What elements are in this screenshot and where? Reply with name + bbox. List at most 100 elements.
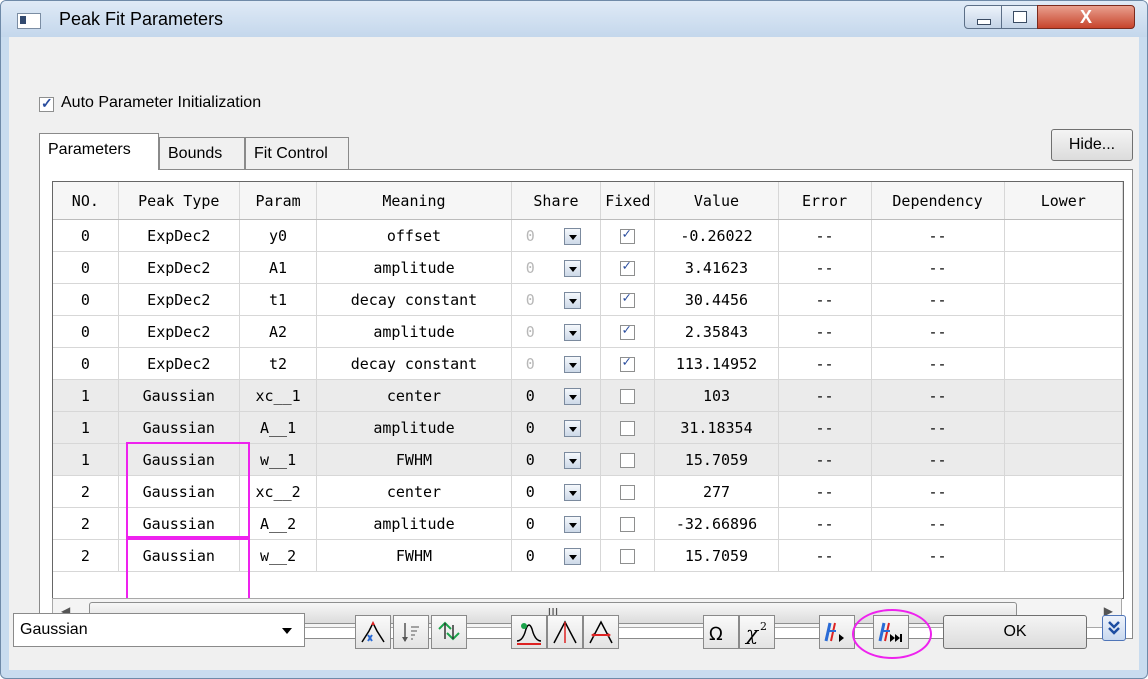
table-row[interactable]: 1 Gaussian A__1 amplitude 0 31.18354 -- -- <box>53 411 1123 444</box>
cell-error[interactable]: -- <box>778 539 872 572</box>
cell-param[interactable]: A__2 <box>239 507 318 540</box>
cell-share[interactable]: 0 <box>511 283 602 316</box>
cell-lower[interactable] <box>1004 475 1123 508</box>
cell-fixed[interactable] <box>600 379 656 412</box>
cell-no[interactable]: 1 <box>53 411 119 444</box>
cell-no[interactable]: 2 <box>53 539 119 572</box>
cell-peak-type[interactable]: ExpDec2 <box>118 283 240 316</box>
cell-no[interactable]: 1 <box>53 379 119 412</box>
cell-peak-type[interactable]: ExpDec2 <box>118 347 240 380</box>
peak-function-select[interactable]: Gaussian <box>13 613 305 647</box>
col-value[interactable]: Value <box>654 182 779 220</box>
cell-dependency[interactable]: -- <box>871 379 1005 412</box>
auto-init-checkbox[interactable] <box>39 95 54 112</box>
move-peak-button[interactable] <box>431 615 467 649</box>
cell-lower[interactable] <box>1004 539 1123 572</box>
col-fixed[interactable]: Fixed <box>600 182 656 220</box>
peak-center-button[interactable] <box>547 615 583 649</box>
cell-param[interactable]: xc__1 <box>239 379 318 412</box>
fixed-checkbox[interactable] <box>620 258 636 276</box>
cell-error[interactable]: -- <box>778 475 872 508</box>
fixed-checkbox[interactable] <box>620 388 636 404</box>
fixed-checkbox[interactable] <box>620 290 636 308</box>
col-meaning[interactable]: Meaning <box>316 182 512 220</box>
cell-meaning[interactable]: amplitude <box>316 411 512 444</box>
cell-fixed[interactable] <box>600 283 656 316</box>
share-dropdown-icon[interactable] <box>563 355 581 373</box>
col-dependency[interactable]: Dependency <box>871 182 1005 220</box>
cell-dependency[interactable]: -- <box>871 539 1005 572</box>
cell-value[interactable]: 31.18354 <box>654 411 779 444</box>
share-dropdown-icon[interactable] <box>563 419 581 437</box>
cell-lower[interactable] <box>1004 251 1123 284</box>
table-row[interactable]: 0ExpDec2A2amplitude02.35843---- <box>53 315 1123 348</box>
cell-share[interactable]: 0 <box>511 251 602 284</box>
cell-param[interactable]: xc__2 <box>239 475 318 508</box>
cell-no[interactable]: 1 <box>53 443 119 476</box>
hide-button[interactable]: Hide... <box>1051 129 1133 161</box>
cell-dependency[interactable]: -- <box>871 443 1005 476</box>
cell-error[interactable]: -- <box>778 219 872 252</box>
cell-dependency[interactable]: -- <box>871 219 1005 252</box>
cell-dependency[interactable]: -- <box>871 251 1005 284</box>
col-lower[interactable]: Lower <box>1004 182 1123 220</box>
cell-dependency[interactable]: -- <box>871 347 1005 380</box>
col-peak-type[interactable]: Peak Type <box>118 182 240 220</box>
share-dropdown-icon[interactable] <box>563 291 581 309</box>
cell-no[interactable]: 0 <box>53 251 119 284</box>
cell-peak-type[interactable]: ExpDec2 <box>118 251 240 284</box>
col-error[interactable]: Error <box>778 182 872 220</box>
cell-error[interactable]: -- <box>778 507 872 540</box>
cell-lower[interactable] <box>1004 379 1123 412</box>
cell-param[interactable]: y0 <box>239 219 318 252</box>
cell-lower[interactable] <box>1004 411 1123 444</box>
cell-no[interactable]: 0 <box>53 315 119 348</box>
cell-share[interactable]: 0 <box>511 315 602 348</box>
cell-dependency[interactable]: -- <box>871 475 1005 508</box>
cell-no[interactable]: 2 <box>53 507 119 540</box>
fixed-checkbox[interactable] <box>620 548 636 564</box>
share-dropdown-icon[interactable] <box>563 259 581 277</box>
reset-button[interactable]: Ω <box>703 615 739 649</box>
cell-lower[interactable] <box>1004 315 1123 348</box>
cell-error[interactable]: -- <box>778 315 872 348</box>
chi-square-button[interactable]: χ2 <box>739 615 775 649</box>
cell-param[interactable]: t1 <box>239 283 318 316</box>
tab-parameters[interactable]: Parameters <box>39 133 159 170</box>
maximize-button[interactable] <box>1001 5 1039 29</box>
cell-dependency[interactable]: -- <box>871 315 1005 348</box>
table-row[interactable]: 0ExpDec2A1amplitude03.41623---- <box>53 251 1123 284</box>
cell-error[interactable]: -- <box>778 251 872 284</box>
cell-share[interactable]: 0 <box>511 379 602 412</box>
cell-peak-type[interactable]: ExpDec2 <box>118 219 240 252</box>
cell-fixed[interactable] <box>600 443 656 476</box>
tab-fit-control[interactable]: Fit Control <box>245 137 349 169</box>
cell-value[interactable]: 2.35843 <box>654 315 779 348</box>
cell-fixed[interactable] <box>600 475 656 508</box>
cell-error[interactable]: -- <box>778 283 872 316</box>
table-row[interactable]: 0ExpDec2t1decay constant030.4456---- <box>53 283 1123 316</box>
guess-peak-button[interactable] <box>355 615 391 649</box>
cell-share[interactable]: 0 <box>511 347 602 380</box>
cell-peak-type[interactable]: ExpDec2 <box>118 315 240 348</box>
fit-one-iteration-button[interactable] <box>819 615 855 649</box>
cell-lower[interactable] <box>1004 283 1123 316</box>
cell-value[interactable]: 30.4456 <box>654 283 779 316</box>
cell-meaning[interactable]: center <box>316 379 512 412</box>
cell-no[interactable]: 0 <box>53 219 119 252</box>
cell-fixed[interactable] <box>600 411 656 444</box>
cell-error[interactable]: -- <box>778 443 872 476</box>
table-row[interactable]: 0ExpDec2t2decay constant0113.14952---- <box>53 347 1123 380</box>
peak-width-button[interactable] <box>583 615 619 649</box>
col-share[interactable]: Share <box>511 182 602 220</box>
fixed-checkbox[interactable] <box>620 516 636 532</box>
cell-fixed[interactable] <box>600 219 656 252</box>
cell-value[interactable]: 113.14952 <box>654 347 779 380</box>
fixed-checkbox[interactable] <box>620 354 636 372</box>
cell-meaning[interactable]: decay constant <box>316 347 512 380</box>
cell-error[interactable]: -- <box>778 347 872 380</box>
cell-dependency[interactable]: -- <box>871 507 1005 540</box>
cell-value[interactable]: 3.41623 <box>654 251 779 284</box>
cell-meaning[interactable]: FWHM <box>316 539 512 572</box>
cell-value[interactable]: -32.66896 <box>654 507 779 540</box>
